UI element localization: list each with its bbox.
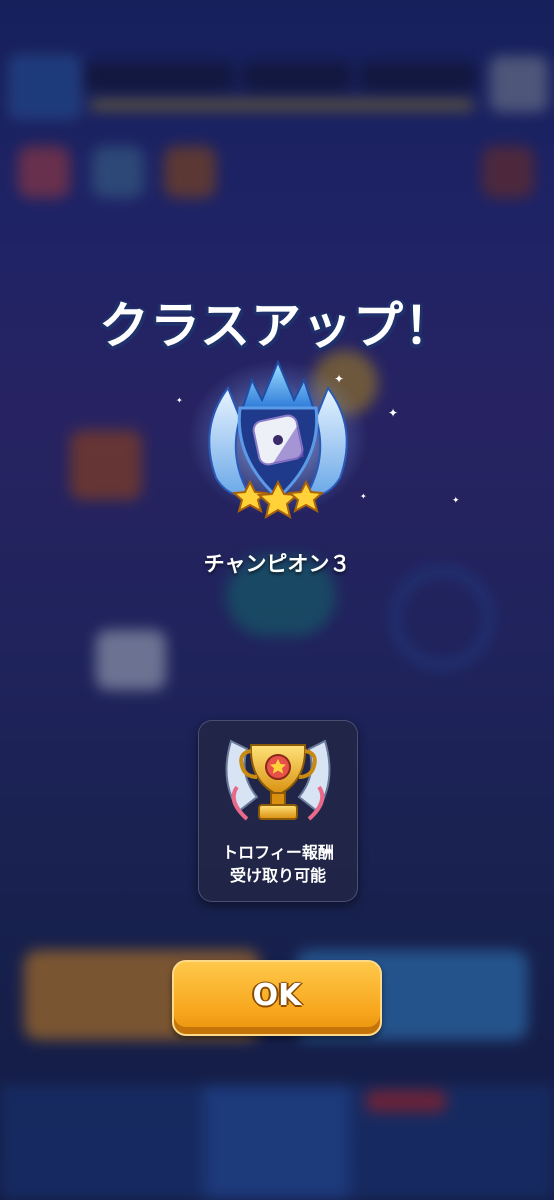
reward-text: トロフィー報酬 受け取り可能	[199, 841, 357, 887]
sparkle-icon: ✦	[388, 406, 399, 420]
champion-badge-icon	[188, 359, 368, 520]
gold-trophy-icon	[225, 739, 331, 821]
ok-button-label: OK	[252, 978, 302, 1013]
reward-text-line2: 受け取り可能	[229, 866, 326, 885]
sparkle-icon: ✦	[452, 496, 460, 506]
trophy-reward-card[interactable]: トロフィー報酬 受け取り可能	[198, 720, 358, 902]
ok-button[interactable]: OK	[172, 960, 382, 1036]
rank-name-label: チャンピオン３	[203, 552, 351, 576]
sparkle-icon: ✦	[176, 396, 183, 405]
class-up-title: クラスアップ！	[99, 297, 455, 355]
reward-text-line1: トロフィー報酬	[222, 843, 334, 862]
